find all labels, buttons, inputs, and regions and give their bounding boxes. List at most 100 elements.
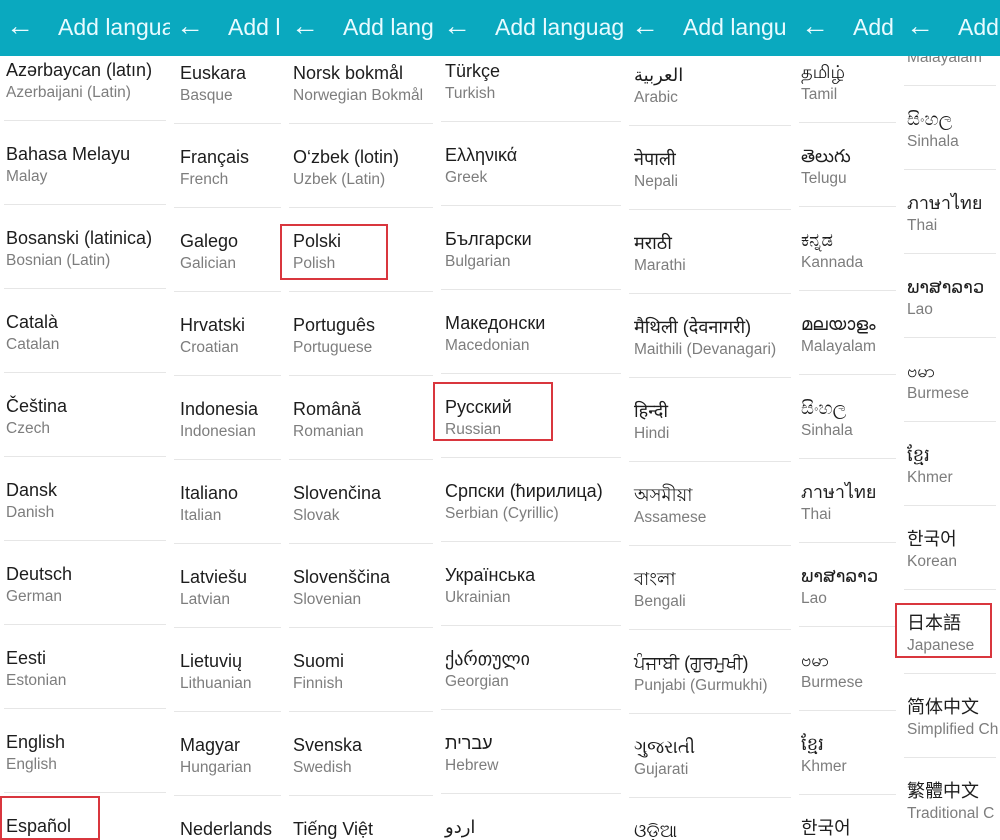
language-item[interactable]: Hrvatski Croatian	[170, 292, 285, 376]
language-item[interactable]: Bahasa Melayu Malay	[0, 121, 170, 205]
arrow-left-icon[interactable]: ←	[443, 10, 471, 42]
language-native-name: עברית	[445, 733, 493, 753]
language-item[interactable]: Српски (ћирилица) Serbian (Cyrillic)	[437, 458, 625, 542]
language-item[interactable]: 한국어 Korean	[900, 506, 1000, 590]
language-native-name: 繁體中文	[907, 781, 979, 801]
language-item[interactable]: Български Bulgarian	[437, 206, 625, 290]
language-english-name: Danish	[6, 504, 55, 521]
language-item[interactable]: Svenska Swedish	[285, 712, 437, 796]
language-native-name: ଓଡ଼ିଆ	[634, 821, 678, 840]
language-item[interactable]: മലയാളം Malayalam	[795, 291, 900, 375]
language-item[interactable]: English English	[0, 709, 170, 793]
language-english-name: Basque	[180, 87, 233, 104]
language-item[interactable]: ខ្មែរ Khmer	[795, 711, 900, 795]
language-item[interactable]: ខ្មែរ Khmer	[900, 422, 1000, 506]
language-item[interactable]: ગુજરાતી Gujarati	[625, 714, 795, 798]
language-screen-2: ← Add l Euskara Basque Français French Galego G…	[170, 0, 285, 840]
language-item[interactable]: Latviešu Latvian	[170, 544, 285, 628]
language-native-name: ພາສາລາວ	[801, 566, 879, 586]
language-item[interactable]: Galego Galician	[170, 208, 285, 292]
language-item[interactable]: O‘zbek (lotin) Uzbek (Latin)	[285, 124, 437, 208]
language-item[interactable]: Nederlands	[170, 796, 285, 840]
language-item[interactable]: ಕನ್ನಡ Kannada	[795, 207, 900, 291]
language-native-name: ქართული	[445, 649, 530, 669]
language-item[interactable]: नेपाली Nepali	[625, 126, 795, 210]
language-item[interactable]: Dansk Danish	[0, 457, 170, 541]
language-item[interactable]: ଓଡ଼ିଆ	[625, 798, 795, 840]
language-item[interactable]: Română Romanian	[285, 376, 437, 460]
language-list[interactable]: Malayalam සිංහල Sinhala ภาษาไทย Thai ພາສາລາວ L…	[900, 2, 1000, 840]
language-item[interactable]: Tiếng Việt	[285, 796, 437, 840]
language-item[interactable]: ქართული Georgian	[437, 626, 625, 710]
language-item[interactable]: Suomi Finnish	[285, 628, 437, 712]
language-item[interactable]: Magyar Hungarian	[170, 712, 285, 796]
arrow-left-icon[interactable]: ←	[906, 10, 934, 42]
language-item[interactable]: मराठी Marathi	[625, 210, 795, 294]
language-item[interactable]: ภาษาไทย Thai	[900, 170, 1000, 254]
language-english-name: Korean	[907, 553, 957, 570]
language-item[interactable]: اردو	[437, 794, 625, 840]
language-list[interactable]: தமிழ் Tamil తెలుగు Telugu ಕನ್ನಡ Kannada മലയാളം…	[795, 39, 900, 840]
language-item[interactable]: ພາສາລາວ Lao	[795, 543, 900, 627]
language-native-name: Български	[445, 229, 532, 249]
language-item[interactable]: 简体中文 Simplified Ch	[900, 674, 1000, 758]
language-item[interactable]: ภาษาไทย Thai	[795, 459, 900, 543]
language-item[interactable]: 한국어	[795, 795, 900, 840]
language-item[interactable]: Français French	[170, 124, 285, 208]
language-native-name: ខ្មែរ	[907, 445, 930, 465]
language-native-name: العربية	[634, 65, 684, 85]
language-item[interactable]: ဗမာ Burmese	[795, 627, 900, 711]
language-english-name: Kannada	[801, 254, 864, 271]
language-native-name: Dansk	[6, 480, 58, 500]
language-item[interactable]: Eesti Estonian	[0, 625, 170, 709]
language-native-name: ខ្មែរ	[801, 734, 824, 754]
language-item[interactable]: हिन्दी Hindi	[625, 378, 795, 462]
language-native-name: Eesti	[6, 648, 47, 668]
language-list[interactable]: Azərbaycan (latın) Azerbaijani (Latin) Bah…	[0, 37, 170, 840]
language-screen-6: ← Add தமிழ் Tamil తెలుగు Telugu ಕನ್ನಡ Kannada മല…	[795, 0, 900, 840]
language-item[interactable]: Català Catalan	[0, 289, 170, 373]
language-item[interactable]: ဗမာ Burmese	[900, 338, 1000, 422]
language-item[interactable]: తెలుగు Telugu	[795, 123, 900, 207]
language-item[interactable]: Українська Ukrainian	[437, 542, 625, 626]
language-item[interactable]: ພາສາລາວ Lao	[900, 254, 1000, 338]
language-item[interactable]: Italiano Italian	[170, 460, 285, 544]
language-native-name: Slovenčina	[293, 483, 382, 503]
language-item[interactable]: ਪੰਜਾਬੀ (ਗੁਰਮੁਖੀ) Punjabi (Gurmukhi)	[625, 630, 795, 714]
language-list[interactable]: Norsk bokmål Norwegian Bokmål O‘zbek (loti…	[285, 40, 437, 840]
language-item[interactable]: Slovenščina Slovenian	[285, 544, 437, 628]
language-item[interactable]: Deutsch German	[0, 541, 170, 625]
language-item[interactable]: Português Portuguese	[285, 292, 437, 376]
language-item[interactable]: සිංහල Sinhala	[795, 375, 900, 459]
arrow-left-icon[interactable]: ←	[631, 10, 659, 42]
language-item[interactable]: 繁體中文 Traditional C	[900, 758, 1000, 840]
language-item[interactable]: Slovenčina Slovak	[285, 460, 437, 544]
language-native-name: Bosanski (latinica)	[6, 228, 153, 248]
language-item[interactable]: मैथिली (देवनागरी) Maithili (Devanagari)	[625, 294, 795, 378]
language-item[interactable]: Bosanski (latinica) Bosnian (Latin)	[0, 205, 170, 289]
language-item[interactable]: Македонски Macedonian	[437, 290, 625, 374]
language-list[interactable]: Euskara Basque Français French Galego Galicia…	[170, 40, 285, 840]
language-screen-7: ← Add Malayalam සිංහල Sinhala ภาษาไทย Thai ພາສາ…	[900, 0, 1000, 840]
arrow-left-icon[interactable]: ←	[291, 10, 319, 42]
language-native-name: অসমীয়া	[634, 485, 693, 505]
app-bar: ← Add	[795, 0, 900, 56]
language-item[interactable]: Indonesia Indonesian	[170, 376, 285, 460]
language-item[interactable]: Čeština Czech	[0, 373, 170, 457]
arrow-left-icon[interactable]: ←	[176, 10, 204, 42]
language-native-name: മലയാളം	[801, 314, 876, 334]
language-item[interactable]: অসমীয়া Assamese	[625, 462, 795, 546]
language-native-name: සිංහල	[801, 398, 847, 418]
arrow-left-icon[interactable]: ←	[6, 10, 34, 42]
language-item[interactable]: Lietuvių Lithuanian	[170, 628, 285, 712]
language-item[interactable]: বাংলা Bengali	[625, 546, 795, 630]
language-english-name: English	[6, 756, 57, 773]
language-english-name: Finnish	[293, 675, 343, 692]
language-item[interactable]: Ελληνικά Greek	[437, 122, 625, 206]
language-native-name: ພາສາລາວ	[907, 277, 985, 297]
language-item[interactable]: עברית Hebrew	[437, 710, 625, 794]
language-list[interactable]: العربية Arabic नेपाली Nepali मराठी Marathi मैथ…	[625, 42, 795, 840]
language-english-name: Malay	[6, 168, 48, 185]
arrow-left-icon[interactable]: ←	[801, 10, 829, 42]
language-item[interactable]: සිංහල Sinhala	[900, 86, 1000, 170]
